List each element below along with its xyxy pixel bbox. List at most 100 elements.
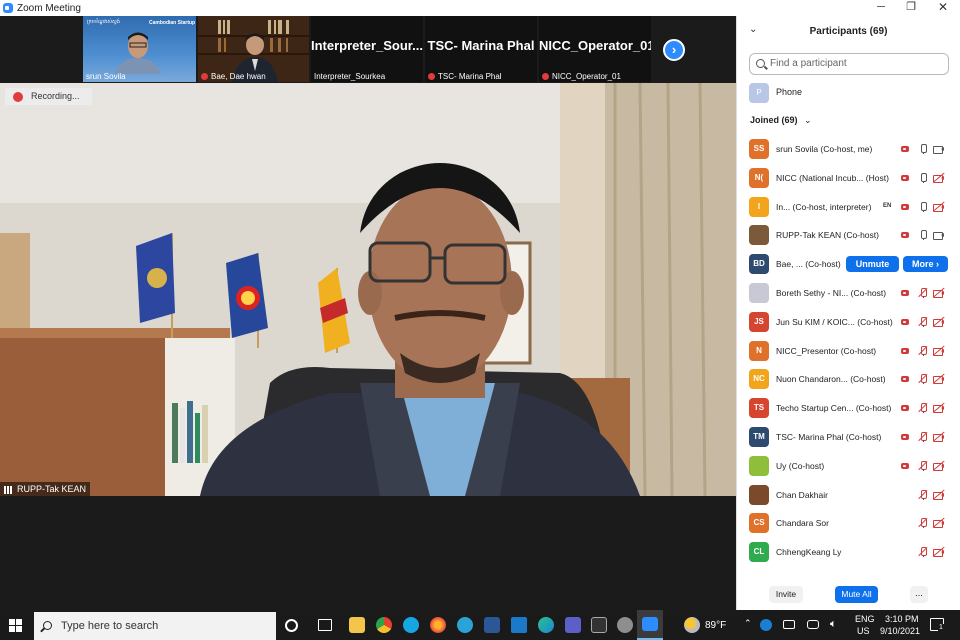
- camera-off-icon[interactable]: [933, 374, 945, 385]
- teams-icon[interactable]: [565, 617, 581, 633]
- invite-button[interactable]: Invite: [769, 586, 803, 603]
- task-view-icon[interactable]: [318, 619, 332, 631]
- mic-icon[interactable]: [918, 144, 928, 154]
- unmute-button[interactable]: Unmute: [846, 256, 899, 273]
- participant-row[interactable]: BD Bae, ... (Co-host) Unmute More ›: [737, 250, 960, 279]
- participant-row[interactable]: Boreth Sethy - NI... (Co-host): [737, 279, 960, 308]
- network-icon[interactable]: [807, 620, 819, 629]
- camera-off-icon[interactable]: [933, 287, 945, 298]
- mic-muted-icon[interactable]: [918, 489, 928, 500]
- mic-muted-icon[interactable]: [918, 287, 928, 298]
- minimize-icon[interactable]: ─: [866, 0, 896, 16]
- camera-off-icon[interactable]: [933, 546, 945, 558]
- battery-icon[interactable]: [783, 620, 795, 629]
- tray-app-icon[interactable]: [760, 619, 772, 631]
- volume-icon[interactable]: 🔈︎: [830, 618, 837, 631]
- restore-icon[interactable]: ❐: [896, 0, 926, 16]
- camera-off-icon[interactable]: [933, 172, 945, 183]
- participant-row[interactable]: Uy (Co-host): [737, 452, 960, 481]
- chrome-icon[interactable]: [376, 617, 392, 633]
- telegram-icon[interactable]: [457, 617, 473, 633]
- mute-all-button[interactable]: Mute All: [835, 586, 878, 603]
- find-participant-input[interactable]: Find a participant: [749, 53, 949, 75]
- skype-icon[interactable]: [403, 617, 419, 633]
- firefox-icon[interactable]: [430, 617, 446, 633]
- weather-icon[interactable]: [684, 617, 700, 633]
- windows-taskbar: Type here to search 89°F ⌃ 🔈︎ ENG US 3:1…: [0, 610, 960, 640]
- show-hidden-icons-chevron-icon[interactable]: ⌃: [744, 618, 752, 629]
- participant-row[interactable]: N NICC_Presentor (Co-host): [737, 337, 960, 366]
- file-explorer-icon[interactable]: [349, 617, 365, 633]
- camera-off-icon[interactable]: [933, 345, 945, 356]
- participant-row[interactable]: SS srun Sovila (Co-host, me): [737, 135, 960, 164]
- participant-avatar: N(: [749, 167, 769, 188]
- thumb-name: TSC- Marina Phal: [428, 72, 502, 81]
- mic-muted-icon[interactable]: [918, 547, 928, 558]
- joined-section-header[interactable]: Joined (69) ⌄: [750, 115, 812, 126]
- participant-row[interactable]: N(NICC (National Incub... (Host): [737, 164, 960, 193]
- search-icon: [756, 59, 765, 68]
- recording-indicator[interactable]: Recording...: [5, 88, 92, 105]
- video-thumb[interactable]: ក្របខ័ណ្ឌវាស់ស្ទង់ Cambodian Startup sru…: [83, 16, 196, 82]
- app-icon[interactable]: [617, 617, 633, 633]
- mic-icon[interactable]: [918, 201, 928, 212]
- joined-label: Joined (69): [750, 115, 798, 125]
- camera-off-icon[interactable]: [933, 460, 945, 471]
- phone-row[interactable]: P Phone: [749, 83, 949, 103]
- mic-muted-icon[interactable]: [918, 345, 928, 356]
- participant-row[interactable]: TS Techo Startup Cen... (Co-host): [737, 394, 960, 423]
- camera-off-icon[interactable]: [933, 201, 945, 212]
- mic-muted-icon[interactable]: [918, 460, 928, 471]
- windows-start-icon[interactable]: [9, 619, 22, 632]
- participant-row[interactable]: I In... (Co-host, interpreter) EN: [737, 193, 960, 222]
- zoom-taskbar-button[interactable]: [637, 610, 663, 640]
- thumb-name: NICC_Operator_01: [542, 72, 621, 81]
- camera-icon[interactable]: [933, 144, 944, 154]
- powershell-icon[interactable]: [484, 617, 500, 633]
- banner-text: ក្របខ័ណ្ឌវាស់ស្ទង់: [87, 19, 120, 25]
- camera-off-icon[interactable]: [933, 518, 945, 529]
- notifications-icon[interactable]: 1: [930, 618, 944, 631]
- participant-row[interactable]: NC Nuon Chandaron... (Co-host): [737, 365, 960, 394]
- participant-row[interactable]: CS Chandara Sor: [737, 509, 960, 538]
- mic-icon[interactable]: [918, 172, 928, 183]
- participant-row[interactable]: Chan Dakhair: [737, 481, 960, 510]
- mic-muted-icon[interactable]: [918, 518, 928, 529]
- mic-icon[interactable]: [918, 230, 928, 241]
- video-thumb[interactable]: NICC_Operator_01 NICC_Operator_01: [539, 16, 651, 82]
- zoom-meeting-window: Zoom Meeting ─ ❐ ✕ ក្របខ័ណ្ឌវាស់ស្ទង់ Ca…: [0, 0, 960, 640]
- taskbar-search-input[interactable]: Type here to search: [34, 612, 276, 640]
- participant-name: Techo Startup Cen... (Co-host): [776, 403, 892, 414]
- camera-off-icon[interactable]: [933, 402, 945, 414]
- participant-row[interactable]: RUPP-Tak KEAN (Co-host): [737, 221, 960, 250]
- terminal-icon[interactable]: [591, 617, 607, 633]
- camera-off-icon[interactable]: [933, 316, 945, 327]
- video-thumb[interactable]: Interpreter_Sour... Interpreter_Sourkea: [311, 16, 423, 82]
- cortana-icon[interactable]: [285, 619, 298, 632]
- participant-row[interactable]: CL ChhengKeang Ly: [737, 538, 960, 567]
- clock-time[interactable]: 3:10 PM: [885, 614, 919, 624]
- camera-off-icon[interactable]: [933, 431, 945, 442]
- camera-icon[interactable]: [933, 230, 944, 241]
- camera-off-icon[interactable]: [933, 489, 945, 500]
- close-icon[interactable]: ✕: [928, 0, 958, 16]
- language-top[interactable]: ENG: [855, 614, 875, 624]
- mic-muted-icon[interactable]: [918, 403, 928, 414]
- search-icon: [43, 621, 52, 630]
- mic-muted-icon[interactable]: [918, 431, 928, 442]
- next-page-button[interactable]: ›: [663, 39, 685, 61]
- participant-row[interactable]: JS Jun Su KIM / KOIC... (Co-host): [737, 308, 960, 337]
- video-thumb[interactable]: TSC- Marina Phal TSC- Marina Phal: [425, 16, 537, 82]
- recording-icon: [900, 346, 910, 356]
- mic-muted-icon[interactable]: [918, 316, 928, 327]
- more-button[interactable]: More ›: [903, 256, 948, 273]
- mic-muted-icon[interactable]: [918, 374, 928, 385]
- video-thumb[interactable]: Bae, Dae hwan: [198, 16, 309, 82]
- thumb-name-text: Bae, Dae hwan: [211, 72, 266, 81]
- language-bottom[interactable]: US: [857, 626, 870, 636]
- clock-date[interactable]: 9/10/2021: [880, 626, 920, 636]
- edge-icon[interactable]: [538, 617, 554, 633]
- vscode-icon[interactable]: [511, 617, 527, 633]
- participant-row[interactable]: TM TSC- Marina Phal (Co-host): [737, 423, 960, 452]
- more-options-button[interactable]: ...: [910, 586, 928, 603]
